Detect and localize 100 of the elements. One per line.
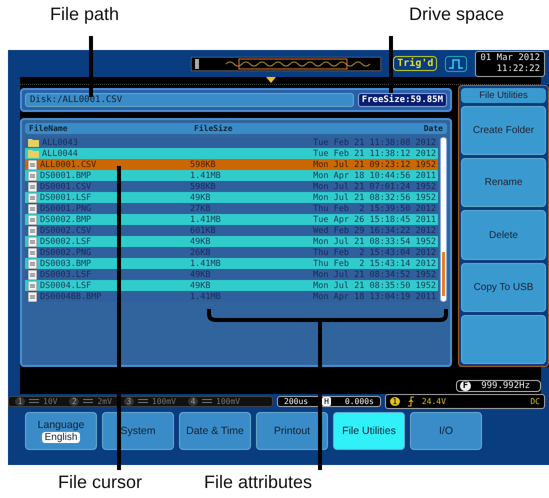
file-date: Thu Feb 2 15:43:14 2012 xyxy=(312,258,436,268)
file-icon xyxy=(28,236,37,246)
file-size: 601KB xyxy=(190,226,217,236)
trigger-level: 24.4V xyxy=(422,396,446,406)
file-date: Mon Apr 18 13:04:19 2011 xyxy=(312,292,436,302)
file-row[interactable]: DS0001.LSF 49KB Mon Jul 21 08:32:56 1952 xyxy=(25,192,438,203)
file-row[interactable]: ALL0001.CSV 598KB Mon Jul 21 09:23:12 1952 xyxy=(25,159,438,170)
file-icon xyxy=(28,258,37,268)
file-icon xyxy=(28,248,37,258)
file-icon xyxy=(28,292,37,302)
file-date: Tue Feb 21 11:38:12 2012 xyxy=(312,148,436,158)
dc-coupling-icon xyxy=(138,399,148,403)
side-menu-button[interactable]: Delete xyxy=(461,210,546,260)
softkey-button[interactable]: I/O xyxy=(410,412,482,450)
file-name: DS0003.BMP xyxy=(40,258,92,268)
dc-coupling-icon xyxy=(29,399,39,403)
file-row[interactable]: DS0003.BMP 1.41MB Thu Feb 2 15:43:14 2012 xyxy=(25,258,438,269)
channel-scale: 2mV xyxy=(97,396,112,406)
channel-number: 1 xyxy=(15,396,25,406)
softkey-label: System xyxy=(120,425,156,437)
file-name: ALL0043 xyxy=(42,138,79,148)
file-row[interactable]: DS0002.LSF 49KB Mon Jul 21 08:33:54 1952 xyxy=(25,236,438,247)
channel-number: 2 xyxy=(69,396,80,406)
side-menu-button[interactable]: Rename xyxy=(461,158,546,208)
timebase-scale: 200us xyxy=(284,396,308,406)
file-row[interactable]: DS0002.BMP 1.41MB Tue Apr 26 15:18:45 2011 xyxy=(25,214,438,225)
file-size: 49KB xyxy=(190,270,212,280)
file-date: Mon Apr 18 10:44:56 2011 xyxy=(312,170,436,180)
date-text: 01 Mar 2012 xyxy=(480,52,540,64)
file-name: DS0002.PNG xyxy=(40,248,92,258)
channel-number: 4 xyxy=(188,396,198,406)
file-date: Mon Jul 21 08:33:54 1952 xyxy=(312,236,436,246)
trigger-channel: 1 xyxy=(390,396,400,406)
trigger-status: Trig'd xyxy=(393,56,438,71)
file-date: Mon Jul 21 08:35:50 1952 xyxy=(312,280,436,290)
softkey-button[interactable]: File Utilities xyxy=(333,412,405,450)
horizontal-position-label: H xyxy=(322,396,331,406)
file-name: DS0002.CSV xyxy=(40,226,92,236)
side-menu-button[interactable]: Create Folder xyxy=(461,106,546,156)
file-size: 1.41MB xyxy=(190,214,222,224)
file-row[interactable]: DS0001.BMP 1.41MB Mon Apr 18 10:44:56 2011 xyxy=(25,170,438,181)
rising-edge-icon xyxy=(406,396,415,406)
file-icon xyxy=(28,270,37,280)
file-path-field: Disk:/ALL0001.CSV xyxy=(25,93,354,107)
file-date: Wed Feb 29 16:34:22 2012 xyxy=(312,226,436,236)
softkey-button[interactable]: Language English xyxy=(25,412,97,450)
file-date: Thu Feb 2 15:39:50 2012 xyxy=(312,204,436,214)
softkey-button[interactable]: Date & Time xyxy=(179,412,251,450)
horizontal-position: 0.000s xyxy=(344,396,374,406)
file-name: DS0002.BMP xyxy=(40,214,92,224)
file-size: 49KB xyxy=(190,192,212,202)
file-icon xyxy=(28,182,37,192)
file-icon xyxy=(28,160,37,170)
softkey-button[interactable]: Printout xyxy=(256,412,328,450)
trigger-position-marker-icon xyxy=(266,77,276,83)
file-date: Tue Feb 21 11:38:08 2012 xyxy=(312,138,436,148)
file-size: 26KB xyxy=(190,248,212,258)
softkey-label: File Utilities xyxy=(342,425,396,437)
column-header: Date xyxy=(422,124,443,133)
language-value: English xyxy=(42,432,80,443)
drive-space-label: Drive space xyxy=(408,4,504,25)
file-size: 598KB xyxy=(190,182,217,192)
softkey-label: I/O xyxy=(438,425,453,437)
channel-scale: 10V xyxy=(43,396,58,406)
file-name: DS0004BB.BMP xyxy=(40,292,102,302)
softkey-label: Printout xyxy=(274,425,310,437)
file-icon xyxy=(28,226,37,236)
file-size: 1.41MB xyxy=(190,292,222,302)
file-date: Mon Jul 21 08:34:52 1952 xyxy=(312,270,436,280)
channel-scale: 100mV xyxy=(152,396,176,406)
file-name: DS0002.LSF xyxy=(40,236,92,246)
file-attributes-label: File attributes xyxy=(204,472,312,493)
column-header: FileName xyxy=(29,124,69,133)
frequency-label: F xyxy=(460,381,472,391)
file-date: Mon Jul 21 07:01:24 1952 xyxy=(312,182,436,192)
file-size: 1.41MB xyxy=(190,170,222,180)
softkey-label: Date & Time xyxy=(186,425,244,437)
file-icon xyxy=(28,192,37,202)
side-menu-button[interactable]: Copy To USB xyxy=(461,262,546,312)
file-date: Thu Feb 2 15:43:04 2012 xyxy=(312,248,436,258)
file-cursor-label: File cursor xyxy=(58,472,142,493)
file-name: DS0001.LSF xyxy=(40,192,92,202)
file-size: 49KB xyxy=(190,280,212,290)
file-name: DS0001.BMP xyxy=(40,170,92,180)
file-row[interactable]: ALL0044 Tue Feb 21 11:38:12 2012 xyxy=(25,148,438,159)
menu-title: File Utilities xyxy=(461,88,546,103)
blank-menu-button[interactable] xyxy=(461,314,546,364)
file-path-label: File path xyxy=(50,4,120,25)
file-name: DS0001.PNG xyxy=(40,204,92,214)
file-date: Mon Jul 21 09:23:12 1952 xyxy=(312,160,436,170)
file-icon xyxy=(28,214,37,224)
file-name: ALL0001.CSV xyxy=(40,160,98,170)
pulse-icon xyxy=(445,56,468,72)
scrollbar[interactable] xyxy=(440,137,447,302)
file-name: DS0004.LSF xyxy=(40,280,92,290)
file-icon xyxy=(28,170,37,180)
channel-number: 3 xyxy=(124,396,134,406)
file-icon xyxy=(28,204,37,214)
file-row[interactable]: DS0004.LSF 49KB Mon Jul 21 08:35:50 1952 xyxy=(25,280,438,291)
softkey-button[interactable]: System xyxy=(102,412,174,450)
